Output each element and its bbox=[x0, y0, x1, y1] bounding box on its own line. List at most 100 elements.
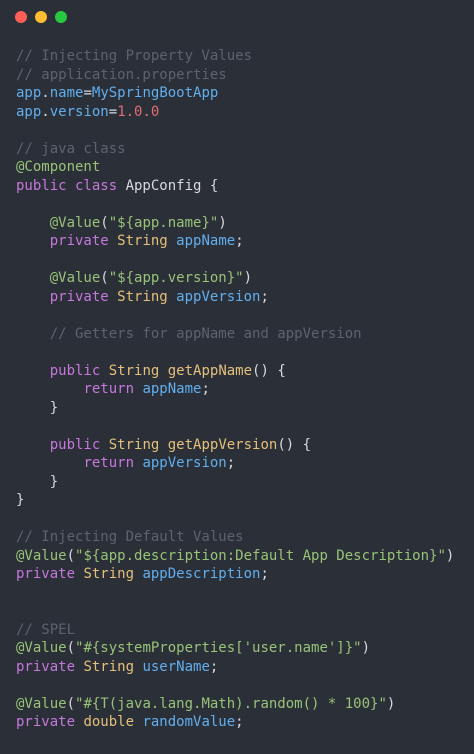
code-line: @Value("#{T(java.lang.Math).random() * 1… bbox=[16, 695, 454, 714]
code-line: public class AppConfig { bbox=[16, 177, 454, 196]
code-token: = bbox=[108, 103, 118, 120]
code-token: . bbox=[41, 103, 50, 120]
code-token: public class bbox=[16, 177, 126, 194]
code-token: "#{T(java.lang.Math).random() * 100}" bbox=[75, 695, 387, 712]
code-token: "${app.description:Default App Descripti… bbox=[75, 547, 446, 564]
code-token: // Injecting Property Values bbox=[16, 48, 253, 64]
code-line: private String userName; bbox=[16, 658, 454, 677]
code-token: "${app.name}" bbox=[108, 214, 219, 231]
code-line: } bbox=[16, 399, 454, 418]
code-token: "${app.version}" bbox=[108, 270, 244, 286]
code-token: // java class bbox=[16, 140, 126, 157]
code-token: String bbox=[108, 362, 168, 379]
code-token: String bbox=[108, 436, 168, 453]
code-line: // application.properties bbox=[16, 66, 454, 85]
code-line: private String appDescription; bbox=[16, 565, 454, 584]
code-token: ( bbox=[100, 270, 109, 286]
code-token: String bbox=[83, 566, 143, 582]
code-line: // java class bbox=[16, 140, 454, 159]
code-token: String bbox=[117, 233, 177, 249]
code-line: private double randomValue; bbox=[16, 713, 454, 732]
code-line: @Value("${app.version}") bbox=[16, 269, 454, 288]
code-token: private bbox=[16, 658, 84, 675]
code-token: ; bbox=[209, 658, 219, 675]
code-token: app bbox=[16, 85, 42, 101]
code-token: ( bbox=[66, 640, 76, 656]
code-token: ; bbox=[201, 381, 210, 397]
code-token: () { bbox=[277, 436, 312, 453]
code-token: return bbox=[83, 381, 143, 397]
code-token: 1.0.0 bbox=[117, 103, 160, 120]
code-token: // SPEL bbox=[16, 621, 76, 638]
code-token: app bbox=[16, 103, 42, 120]
code-line: // Injecting Default Values bbox=[16, 528, 454, 547]
code-token: appName bbox=[176, 233, 236, 249]
code-token: @Component bbox=[16, 159, 101, 175]
code-token: ; bbox=[235, 714, 244, 730]
minimize-dot-icon[interactable] bbox=[35, 11, 47, 23]
code-token: @Value bbox=[16, 547, 67, 564]
code-token: () { bbox=[252, 362, 286, 379]
code-token: = bbox=[83, 85, 92, 101]
code-token: } bbox=[16, 492, 25, 508]
code-token: double bbox=[83, 714, 143, 730]
code-token: randomValue bbox=[142, 714, 236, 730]
code-token: appName bbox=[142, 381, 202, 397]
code-token: @Value bbox=[16, 695, 67, 712]
code-line: app.name=MySpringBootApp bbox=[16, 84, 454, 103]
code-line: // Injecting Property Values bbox=[16, 47, 454, 66]
code-token: ( bbox=[66, 547, 76, 564]
code-token: appVersion bbox=[142, 455, 227, 471]
code-token: MySpringBootApp bbox=[91, 85, 219, 101]
code-token: appDescription bbox=[142, 566, 261, 582]
code-line: // SPEL bbox=[16, 621, 454, 640]
code-token: ( bbox=[66, 695, 76, 712]
code-token: ( bbox=[100, 214, 109, 231]
code-token: ) bbox=[243, 270, 253, 286]
code-token: . bbox=[41, 85, 50, 101]
code-line: @Value("${app.name}") bbox=[16, 214, 454, 233]
code-token: // application.properties bbox=[16, 66, 227, 83]
code-token: private bbox=[49, 288, 118, 305]
code-token: public bbox=[49, 362, 109, 379]
code-token: AppConfig { bbox=[125, 177, 219, 194]
code-token: @Value bbox=[49, 214, 101, 231]
code-token: private bbox=[16, 714, 84, 730]
code-token: appVersion bbox=[176, 288, 261, 305]
code-line: } bbox=[16, 473, 454, 492]
code-line: public String getAppName() { bbox=[16, 362, 454, 381]
code-token: } bbox=[16, 399, 59, 416]
code-token: getAppVersion bbox=[167, 436, 278, 453]
code-token: "#{systemProperties['user.name']}" bbox=[75, 640, 362, 656]
code-token: ; bbox=[226, 455, 236, 471]
code-token: version bbox=[49, 103, 109, 120]
code-token: String bbox=[83, 658, 143, 675]
code-token: // Getters for appName and appVersion bbox=[49, 325, 362, 342]
code-token: ) bbox=[386, 695, 396, 712]
code-token: } bbox=[16, 473, 59, 490]
code-token: name bbox=[49, 85, 84, 101]
zoom-dot-icon[interactable] bbox=[55, 11, 67, 23]
code-line: public String getAppVersion() { bbox=[16, 436, 454, 455]
close-dot-icon[interactable] bbox=[15, 11, 27, 23]
code-token: private bbox=[16, 566, 84, 582]
code-token: private bbox=[49, 233, 118, 249]
code-line: // Getters for appName and appVersion bbox=[16, 325, 454, 344]
code-block: // Injecting Property Values // applicati… bbox=[16, 47, 454, 732]
